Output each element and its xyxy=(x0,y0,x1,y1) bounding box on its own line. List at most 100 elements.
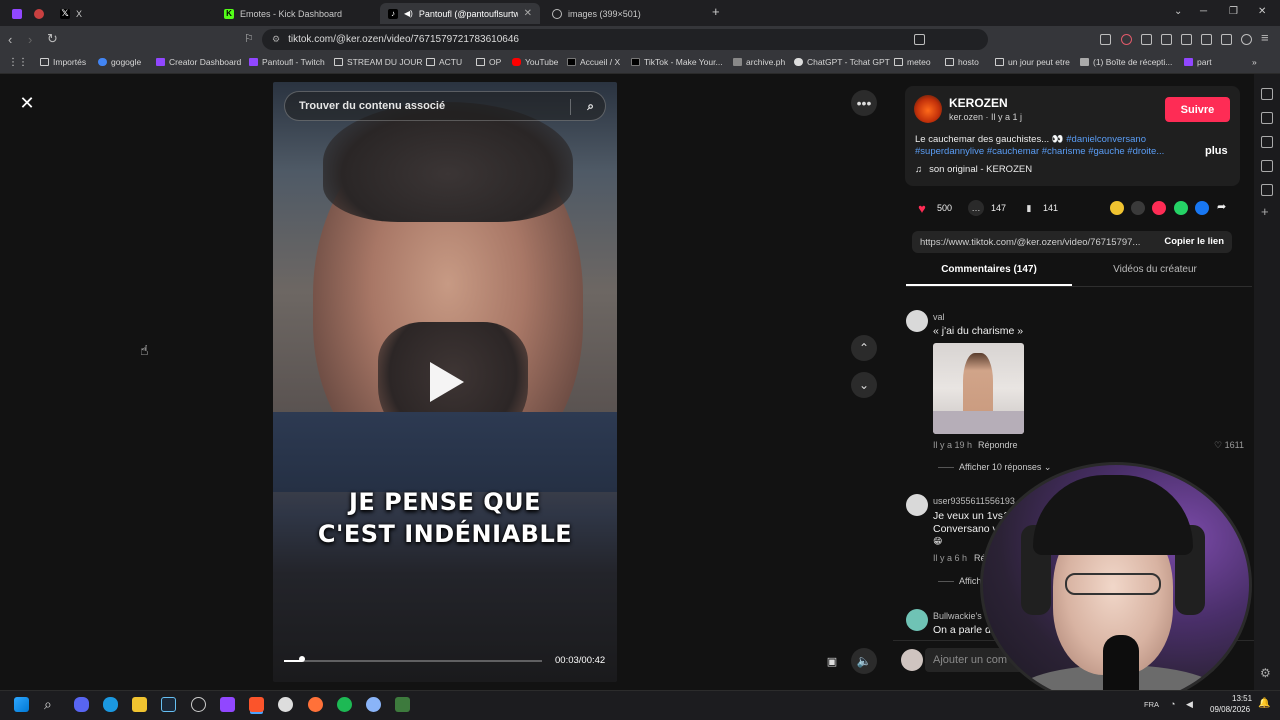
comment-user[interactable]: val xyxy=(933,312,945,322)
clock-date[interactable]: 09/08/2026 xyxy=(1210,705,1250,714)
wifi-icon[interactable]: ◔ xyxy=(1170,699,1175,709)
bookmark-item[interactable]: (1) Boîte de récepti... xyxy=(1080,57,1172,67)
next-video-chevron-down-icon[interactable]: ⌄ xyxy=(851,372,877,398)
bookmark-item[interactable]: hosto xyxy=(945,57,979,67)
embed-icon[interactable] xyxy=(1131,201,1145,215)
bookmark-item[interactable]: STREAM DU JOUR xyxy=(334,57,423,67)
maximize-button[interactable]: ❐ xyxy=(1229,6,1238,17)
settings-icon[interactable] xyxy=(366,697,381,712)
translate-icon[interactable] xyxy=(914,34,925,45)
chrome-icon[interactable] xyxy=(278,697,293,712)
bookmark-item[interactable]: Creator Dashboard xyxy=(156,57,241,67)
steam-icon[interactable] xyxy=(161,697,176,712)
vpn-icon[interactable] xyxy=(1241,34,1252,45)
emoji-share-icon[interactable] xyxy=(1110,201,1124,215)
tab-pinned-2[interactable] xyxy=(26,3,46,24)
wallet-icon[interactable] xyxy=(1221,34,1232,45)
previous-video-chevron-up-icon[interactable]: ⌃ xyxy=(851,335,877,361)
telegram-icon[interactable] xyxy=(103,697,118,712)
tab-close-icon[interactable]: ✕ xyxy=(524,8,532,19)
bookmark-item[interactable]: gogogle xyxy=(98,57,141,67)
sidebar-notes-icon[interactable] xyxy=(1261,160,1273,172)
hashtags[interactable]: #superdannylive #cauchemar #charisme #ga… xyxy=(915,146,1164,157)
share-arrow-icon[interactable]: ➦ xyxy=(1217,200,1226,213)
play-icon[interactable] xyxy=(430,362,464,402)
video-progress-track[interactable] xyxy=(284,660,542,662)
more-bookmarks-icon[interactable]: » xyxy=(1252,57,1257,67)
menu-icon[interactable]: ≡ xyxy=(1261,30,1269,45)
speaker-icon[interactable]: ◀ xyxy=(1186,699,1193,710)
bookmark-item[interactable]: Importés xyxy=(40,57,86,67)
windows-start-icon[interactable] xyxy=(14,697,29,712)
sidebar-history-icon[interactable] xyxy=(1261,136,1273,148)
sidebar-add-icon[interactable]: + xyxy=(1261,204,1269,219)
avatar[interactable] xyxy=(906,310,928,332)
comment-likes[interactable]: ♡ 1611 xyxy=(1214,440,1244,451)
bookmark-icon[interactable]: ⚐ xyxy=(244,32,254,45)
sidebar-icon[interactable] xyxy=(1201,34,1212,45)
more-options-icon[interactable]: ••• xyxy=(851,90,877,116)
video-progress-handle[interactable] xyxy=(299,656,306,662)
bookmark-item[interactable]: part xyxy=(1184,57,1212,67)
heart-icon[interactable]: ♥ xyxy=(914,200,930,216)
tab-search-icon[interactable]: ⌄ xyxy=(1174,6,1182,17)
sidebar-settings-icon[interactable]: ⚙ xyxy=(1260,666,1271,680)
search-icon[interactable]: ⌕ xyxy=(44,697,59,712)
extension-icon-1[interactable] xyxy=(1100,34,1111,45)
related-content-search[interactable]: Trouver du contenu associé ⌕ xyxy=(284,91,606,121)
tab-x[interactable]: 𝕏 X xyxy=(52,3,212,24)
comment-icon[interactable]: … xyxy=(968,200,984,216)
bookmark-item[interactable]: ACTU xyxy=(426,57,462,67)
language-indicator[interactable]: FRA xyxy=(1144,700,1159,709)
music-icon[interactable] xyxy=(1181,34,1192,45)
bookmark-item[interactable]: un jour peut etre xyxy=(995,57,1070,67)
clock-time[interactable]: 13:51 xyxy=(1232,694,1252,703)
hashtag[interactable]: #danielconversano xyxy=(1066,134,1146,145)
tab-tiktok[interactable]: ♪ ◀) Pantoufl (@pantouflsurtwitch ✕ xyxy=(380,3,540,24)
sidebar-reading-list-icon[interactable] xyxy=(1261,184,1273,196)
avatar[interactable] xyxy=(906,494,928,516)
volume-icon[interactable]: 🔈 xyxy=(851,648,877,674)
tab-comments[interactable]: Commentaires (147) xyxy=(906,264,1072,286)
show-replies-button[interactable]: Afficher 10 réponses ⌄ xyxy=(959,462,1051,473)
minimize-button[interactable]: ─ xyxy=(1200,6,1207,17)
bookmark-item[interactable]: YouTube xyxy=(512,57,558,67)
spotify-icon[interactable] xyxy=(337,697,352,712)
bookmark-item[interactable]: OP xyxy=(476,57,501,67)
tab-twitch-pinned[interactable] xyxy=(4,3,24,24)
picture-in-picture-icon[interactable]: ▣ xyxy=(820,649,844,673)
extension-icon-2[interactable] xyxy=(1121,34,1132,45)
puzzle-icon[interactable] xyxy=(1161,34,1172,45)
obs-icon[interactable] xyxy=(191,697,206,712)
sidebar-wallet-icon[interactable] xyxy=(1261,112,1273,124)
close-window-button[interactable]: ✕ xyxy=(1258,6,1266,17)
back-button[interactable]: ‹ xyxy=(8,32,12,47)
my-avatar[interactable] xyxy=(901,649,923,671)
close-icon[interactable]: ✕ xyxy=(16,92,38,114)
discord-icon[interactable] xyxy=(74,697,89,712)
extension-icon-3[interactable] xyxy=(1141,34,1152,45)
bookmark-item[interactable]: Accueil / X xyxy=(567,57,620,67)
bookmark-item[interactable]: ChatGPT - Tchat GPT xyxy=(794,57,890,67)
brave-icon[interactable] xyxy=(249,697,264,712)
bookmark-item[interactable]: TikTok - Make Your... xyxy=(631,57,723,67)
new-tab-button[interactable]: + xyxy=(712,4,720,19)
avatar[interactable] xyxy=(906,609,928,631)
copy-link-button[interactable]: Copier le lien xyxy=(1164,236,1224,247)
bookmark-item[interactable]: archive.ph xyxy=(733,57,785,67)
author-name[interactable]: KEROZEN xyxy=(949,96,1008,110)
sidebar-search-icon[interactable] xyxy=(1261,88,1273,100)
notification-icon[interactable]: 🔔 xyxy=(1258,698,1270,709)
tab-images[interactable]: images (399×501) xyxy=(544,3,704,24)
comment-user[interactable]: Bullwackie's xyxy=(933,611,982,621)
url-field[interactable]: ⚙ tiktok.com/@ker.ozen/video/76715797217… xyxy=(262,29,988,50)
comment-user[interactable]: user93556115561​93 xyxy=(933,496,1015,506)
apps-icon[interactable]: ⋮⋮ xyxy=(8,57,28,68)
bookmark-item[interactable]: meteo xyxy=(894,57,931,67)
search-icon[interactable]: ⌕ xyxy=(587,99,594,114)
whatsapp-icon[interactable] xyxy=(1174,201,1188,215)
follow-button[interactable]: Suivre xyxy=(1165,97,1230,122)
facebook-icon[interactable] xyxy=(1195,201,1209,215)
comment-image[interactable] xyxy=(933,343,1024,434)
file-explorer-icon[interactable] xyxy=(132,697,147,712)
